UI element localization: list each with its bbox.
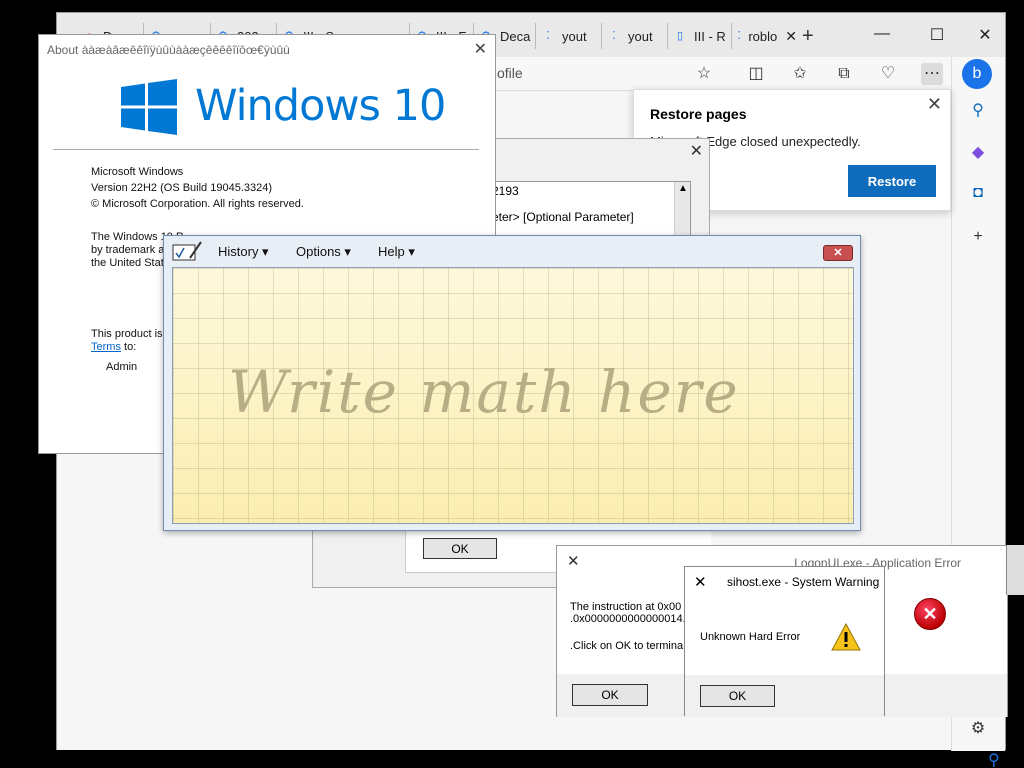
close-button[interactable]: ✕ [823, 245, 853, 261]
windows-brand-text: Windows 10 [195, 81, 446, 131]
search-cursor-icon: ⚲ [988, 752, 1000, 768]
about-line: © Microsoft Corporation. All rights rese… [91, 198, 304, 210]
close-icon[interactable]: ✕ [694, 573, 707, 591]
outlook-icon[interactable]: ◘ [966, 181, 990, 205]
close-icon[interactable]: ✕ [927, 94, 942, 115]
scrollbar[interactable]: ▲ [674, 182, 690, 236]
about-line: Microsoft Windows [91, 166, 184, 178]
about-line: to: [124, 341, 137, 353]
about-line: Terms to: [91, 341, 136, 353]
usage-line: 2193 [492, 184, 519, 198]
scroll-up-icon[interactable]: ▲ [678, 183, 688, 194]
add-icon[interactable]: + [966, 225, 990, 249]
tab-9[interactable]: ▯ III - R [667, 23, 729, 49]
loading-icon: ⁚ [737, 30, 741, 42]
close-icon[interactable]: ✕ [690, 141, 703, 161]
desktop-screen: ●De ⚙ ⚙202 ⚙III - S ⚙III - F ⚙Deca ⁚yout… [0, 0, 1024, 768]
tab-label: Deca [500, 28, 531, 44]
tab-10[interactable]: ⁚ roblo ✕ [731, 23, 797, 49]
close-icon[interactable]: ✕ [567, 552, 580, 570]
math-input-panel: History ▾ Options ▾ Help ▾ ✕ Write math … [163, 235, 861, 531]
divider [53, 149, 479, 150]
licensed-user: Admin [106, 361, 138, 373]
ok-button[interactable]: OK [572, 684, 648, 706]
tab-7[interactable]: ⁚ yout [535, 23, 597, 49]
copilot-icon[interactable]: ◆ [966, 141, 990, 165]
writing-placeholder: Write math here [228, 358, 740, 426]
menu-options[interactable]: Options ▾ [296, 244, 351, 260]
tab-label: III - R [694, 28, 726, 44]
terms-link[interactable]: Terms [91, 341, 121, 353]
math-input-icon [172, 241, 202, 261]
favorite-star-icon[interactable]: ☆ [693, 63, 715, 85]
about-line: Version 22H2 (OS Build 19045.3324) [91, 182, 273, 194]
error-line: The instruction at 0x00 [570, 601, 682, 613]
collections-icon[interactable]: ⧉ [833, 63, 855, 85]
about-line: the United Stat [91, 257, 164, 269]
bing-icon[interactable]: b [962, 59, 992, 89]
close-icon[interactable]: ✕ [474, 39, 487, 59]
writing-area[interactable]: Write math here [172, 267, 854, 524]
loading-icon: ⁚ [612, 30, 616, 42]
minimize-icon[interactable]: — [872, 25, 892, 43]
sihost-warning-dialog: ✕ sihost.exe - System Warning Unknown Ha… [684, 566, 885, 716]
settings-gear-icon[interactable]: ⚙ [966, 717, 990, 741]
tab-label: yout [628, 28, 653, 44]
warning-icon [831, 623, 861, 651]
menu-history[interactable]: History ▾ [218, 244, 269, 260]
close-window-icon[interactable]: ✕ [975, 25, 995, 45]
close-tab-icon[interactable]: ✕ [785, 28, 797, 45]
more-menu-icon[interactable]: ⋯ [921, 63, 943, 85]
search-icon[interactable]: ⚲ [966, 99, 990, 123]
window-edge [1006, 545, 1024, 595]
dialog-title: sihost.exe - System Warning [727, 575, 880, 589]
restore-button[interactable]: Restore [848, 165, 936, 197]
usage-textbox[interactable]: 2193 eter> [Optional Parameter] ▲ [483, 181, 691, 237]
warning-message: Unknown Hard Error [700, 631, 801, 643]
split-screen-icon[interactable]: ◫ [745, 63, 767, 85]
dialog-footer: OK [685, 675, 884, 716]
error-line: .0x0000000000000014. [570, 613, 686, 625]
ok-button[interactable]: OK [700, 685, 775, 707]
page-icon: ▯ [676, 30, 684, 42]
new-tab-icon[interactable]: + [802, 25, 814, 48]
loading-icon: ⁚ [546, 30, 550, 42]
tab-8[interactable]: ⁚ yout [601, 23, 663, 49]
dialog-title: About ààæàâæêêîïÿùûùààæçêêêêîïôœ€ÿùûù [47, 43, 290, 57]
about-line: by trademark a [91, 244, 165, 256]
about-line: This product is [91, 328, 163, 340]
error-line: .Click on OK to termina [570, 640, 684, 652]
error-icon: ✕ [914, 598, 946, 630]
tab-label: yout [562, 28, 587, 44]
performance-icon[interactable]: ♡ [877, 63, 899, 85]
tab-label: roblo [748, 28, 778, 44]
menu-help[interactable]: Help ▾ [378, 244, 415, 260]
usage-line: eter> [Optional Parameter] [492, 210, 634, 224]
ok-button[interactable]: OK [423, 538, 497, 559]
address-bar-text[interactable]: ofile [497, 65, 523, 81]
maximize-icon[interactable]: ☐ [927, 25, 947, 45]
restore-title: Restore pages [650, 106, 747, 122]
windows-logo-icon [121, 79, 177, 135]
favorites-icon[interactable]: ✩ [789, 63, 811, 85]
